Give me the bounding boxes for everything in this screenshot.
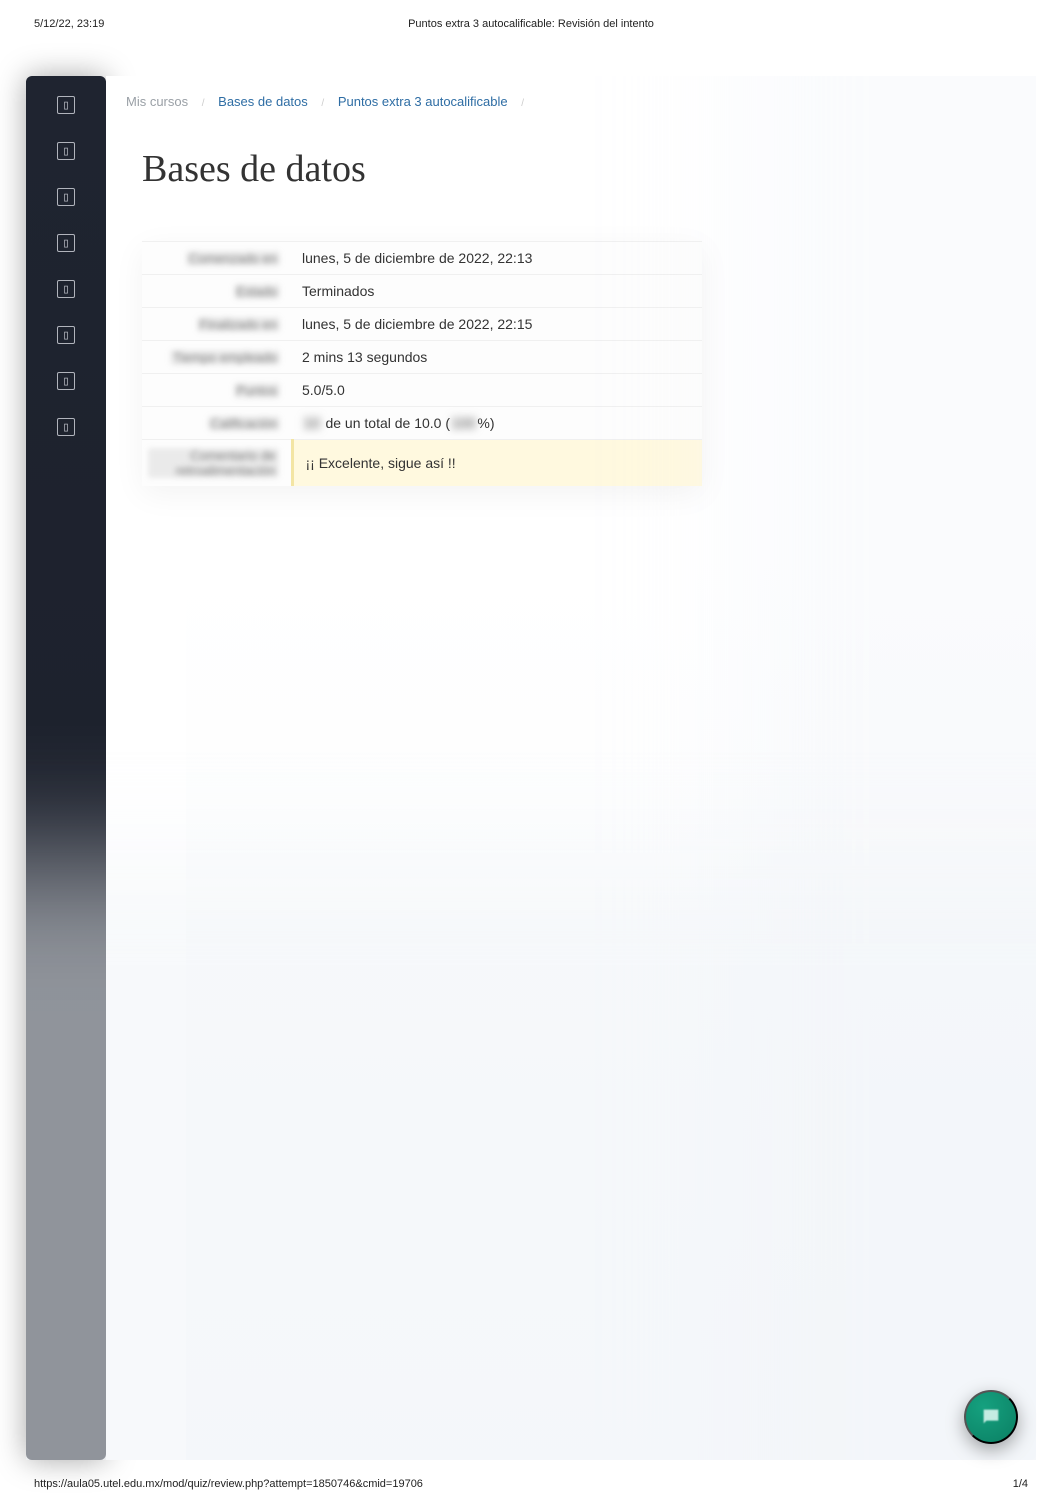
value-points: 5.0/5.0	[292, 374, 702, 407]
table-row: Estado Terminados	[142, 275, 702, 308]
breadcrumb-sep-icon: /	[202, 98, 205, 109]
value-started: lunes, 5 de diciembre de 2022, 22:13	[292, 242, 702, 275]
grade-mid: de un total de 10.0 (	[322, 415, 450, 431]
content-fade	[186, 560, 1036, 1460]
main-content: Mis cursos / Bases de datos / Puntos ext…	[106, 76, 1036, 1460]
sidebar: ▯ ▯ ▯ ▯ ▯ ▯ ▯ ▯	[26, 76, 106, 1460]
attempt-summary-table: Comenzado en lunes, 5 de diciembre de 20…	[142, 241, 702, 486]
grade-suffix: %)	[477, 415, 494, 431]
breadcrumb-course[interactable]: Bases de datos	[218, 94, 308, 109]
chat-fab-button[interactable]	[964, 1390, 1018, 1444]
label-grade: Calificación	[208, 416, 280, 431]
value-finished: lunes, 5 de diciembre de 2022, 22:15	[292, 308, 702, 341]
table-row: Calificación 10 de un total de 10.0 (100…	[142, 407, 702, 440]
grade-score: 10	[302, 415, 322, 431]
value-grade: 10 de un total de 10.0 (100%)	[292, 407, 702, 440]
label-started: Comenzado en	[186, 251, 280, 266]
sidebar-icon-2[interactable]: ▯	[57, 142, 75, 160]
footer-url: https://aula05.utel.edu.mx/mod/quiz/revi…	[34, 1478, 423, 1490]
page-title: Bases de datos	[106, 117, 1036, 211]
sidebar-icon-8[interactable]: ▯	[57, 418, 75, 436]
breadcrumb-sep-icon: /	[521, 98, 524, 109]
label-state: Estado	[234, 284, 280, 299]
sidebar-icon-7[interactable]: ▯	[57, 372, 75, 390]
label-feedback: Comentario de retroalimentación	[148, 448, 279, 478]
sidebar-icon-1[interactable]: ▯	[57, 96, 75, 114]
label-points: Puntos	[234, 383, 280, 398]
table-row: Tiempo empleado 2 mins 13 segundos	[142, 341, 702, 374]
sidebar-icon-3[interactable]: ▯	[57, 188, 75, 206]
grade-pct: 100	[450, 415, 477, 431]
breadcrumb-my-courses[interactable]: Mis cursos	[126, 94, 188, 109]
print-title: Puntos extra 3 autocalificable: Revisión…	[408, 18, 654, 30]
chat-icon	[980, 1406, 1002, 1428]
footer-page: 1/4	[1013, 1478, 1028, 1490]
sidebar-icon-6[interactable]: ▯	[57, 326, 75, 344]
table-row: Finalizado en lunes, 5 de diciembre de 2…	[142, 308, 702, 341]
breadcrumb: Mis cursos / Bases de datos / Puntos ext…	[106, 76, 1036, 117]
breadcrumb-sep-icon: /	[321, 98, 324, 109]
value-time: 2 mins 13 segundos	[292, 341, 702, 374]
table-row: Comentario de retroalimentación ¡¡ Excel…	[142, 440, 702, 487]
print-date: 5/12/22, 23:19	[34, 18, 104, 30]
value-state: Terminados	[292, 275, 702, 308]
label-time: Tiempo empleado	[170, 350, 280, 365]
sidebar-icon-4[interactable]: ▯	[57, 234, 75, 252]
value-feedback: ¡¡ Excelente, sigue así !!	[292, 440, 702, 487]
table-row: Puntos 5.0/5.0	[142, 374, 702, 407]
sidebar-icon-5[interactable]: ▯	[57, 280, 75, 298]
label-finished: Finalizado en	[197, 317, 280, 332]
breadcrumb-activity[interactable]: Puntos extra 3 autocalificable	[338, 94, 508, 109]
table-row: Comenzado en lunes, 5 de diciembre de 20…	[142, 242, 702, 275]
